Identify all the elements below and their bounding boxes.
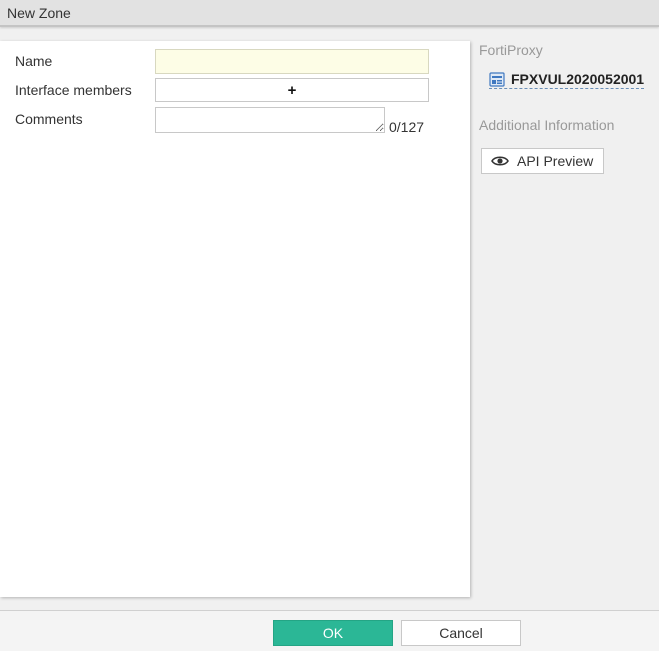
cancel-button[interactable]: Cancel xyxy=(401,620,521,646)
device-icon xyxy=(489,71,505,87)
comments-textarea[interactable] xyxy=(155,107,385,133)
api-preview-label: API Preview xyxy=(517,153,594,169)
dialog-title: New Zone xyxy=(0,0,659,27)
ok-button[interactable]: OK xyxy=(273,620,393,646)
dialog-footer: OK Cancel xyxy=(0,610,659,651)
additional-information-heading: Additional Information xyxy=(479,117,615,133)
device-name: FPXVUL2020052001 xyxy=(511,71,645,87)
device-link[interactable]: FPXVUL2020052001 xyxy=(489,70,645,89)
comments-char-counter: 0/127 xyxy=(389,119,425,135)
api-preview-button[interactable]: API Preview xyxy=(481,148,604,174)
form-panel: Name Interface members + Comments 0/127 xyxy=(0,41,470,597)
interface-members-field[interactable]: + xyxy=(155,78,429,102)
comments-label: Comments xyxy=(15,111,83,127)
interface-members-label: Interface members xyxy=(15,82,132,98)
name-label: Name xyxy=(15,53,53,69)
product-heading: FortiProxy xyxy=(479,42,543,58)
eye-icon xyxy=(491,156,509,166)
name-input[interactable] xyxy=(155,49,429,74)
add-member-icon[interactable]: + xyxy=(288,82,297,99)
